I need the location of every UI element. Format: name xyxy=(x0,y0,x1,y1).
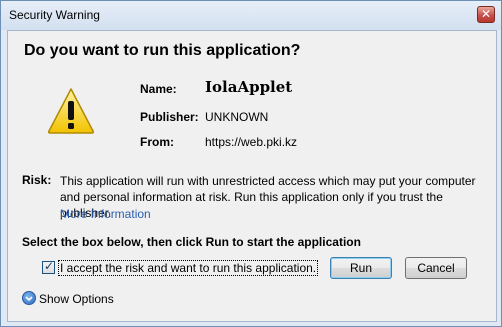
close-icon: ✕ xyxy=(480,7,492,21)
close-button[interactable]: ✕ xyxy=(477,6,495,23)
chevron-down-icon[interactable] xyxy=(22,291,36,305)
warning-triangle-icon xyxy=(47,88,95,134)
show-options-toggle[interactable]: Show Options xyxy=(39,292,114,306)
run-button[interactable]: Run xyxy=(330,257,392,279)
select-instruction: Select the box below, then click Run to … xyxy=(22,235,361,249)
accept-risk-checkbox[interactable]: ✓ xyxy=(42,259,55,274)
accept-risk-label[interactable]: I accept the risk and want to run this a… xyxy=(58,260,319,276)
publisher-value: UNKNOWN xyxy=(205,110,269,124)
dialog-heading: Do you want to run this application? xyxy=(24,42,301,59)
application-name: IolaApplet xyxy=(205,78,293,96)
more-information-link[interactable]: More Information xyxy=(60,207,151,221)
from-value: https://web.pki.kz xyxy=(205,135,298,149)
checkmark-icon: ✓ xyxy=(44,259,55,273)
security-warning-window: Security Warning ✕ Do you want to run th… xyxy=(0,0,502,327)
cancel-button[interactable]: Cancel xyxy=(405,257,467,279)
title-bar[interactable]: Security Warning ✕ xyxy=(1,1,501,30)
from-label: From: xyxy=(140,135,174,149)
name-label: Name: xyxy=(140,82,177,96)
window-title: Security Warning xyxy=(9,8,100,22)
dialog-body: Do you want to run this application? Nam… xyxy=(7,30,497,322)
risk-label: Risk: xyxy=(22,173,52,187)
publisher-label: Publisher: xyxy=(140,110,199,124)
